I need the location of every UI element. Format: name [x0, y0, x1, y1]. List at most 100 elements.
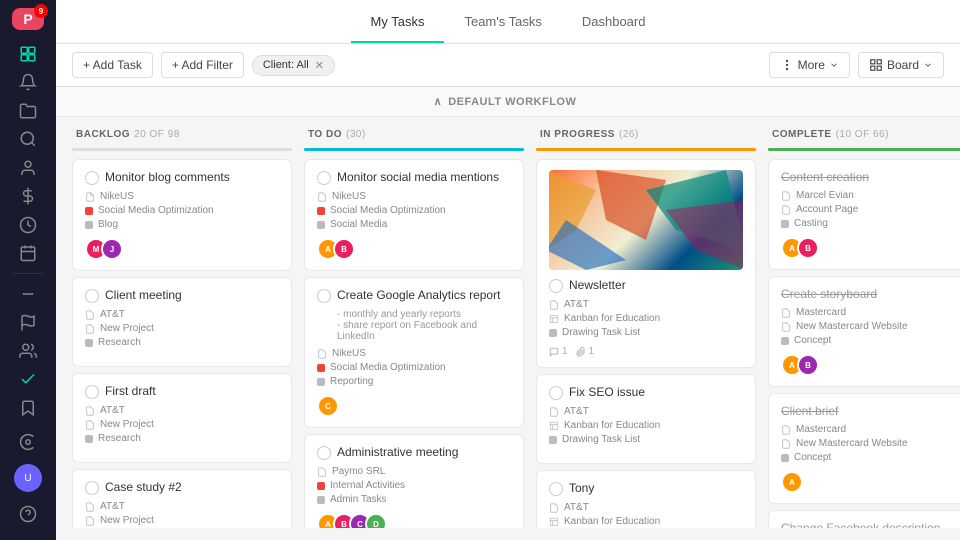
- column-inprogress: IN PROGRESS (26) Newsletter AT&T Kanban …: [536, 129, 756, 528]
- workflow-header[interactable]: ∧ DEFAULT WORKFLOW: [56, 87, 960, 117]
- tag-icon: [317, 364, 325, 372]
- card-counts: 1 1: [549, 346, 594, 357]
- card-create-storyboard[interactable]: Create storyboard Mastercard New Masterc…: [768, 276, 960, 387]
- card-meta: AT&T Kanban for Education Drawing Task L…: [549, 406, 743, 445]
- card-fix-seo[interactable]: Fix SEO issue AT&T Kanban for Education …: [536, 374, 756, 464]
- add-filter-button[interactable]: + Add Filter: [161, 52, 244, 78]
- card-admin-meeting[interactable]: Administrative meeting Paymo SRL Interna…: [304, 434, 524, 528]
- card-newsletter[interactable]: Newsletter AT&T Kanban for Education Dra…: [536, 159, 756, 368]
- sidebar-item-check[interactable]: [10, 367, 46, 391]
- complete-indicator: [768, 148, 960, 151]
- client-filter-badge[interactable]: Client: All ✕: [252, 55, 335, 76]
- tag-icon: [85, 435, 93, 443]
- meta-row: New Project: [85, 323, 279, 334]
- card-meta: Mastercard New Mastercard Website Concep…: [781, 424, 960, 463]
- sidebar-item-folder[interactable]: [10, 99, 46, 123]
- card-client-brief[interactable]: Client brief Mastercard New Mastercard W…: [768, 393, 960, 504]
- card-meta: AT&T New Project Research: [85, 405, 279, 444]
- main-content: My Tasks Team's Tasks Dashboard + Add Ta…: [56, 0, 960, 540]
- card-monitor-blog[interactable]: Monitor blog comments NikeUS Social Medi…: [72, 159, 292, 271]
- tag-icon: [549, 436, 557, 444]
- meta-row: AT&T: [85, 309, 279, 320]
- workflow-collapse-icon: ∧: [434, 95, 443, 108]
- card-monitor-social[interactable]: Monitor social media mentions NikeUS Soc…: [304, 159, 524, 271]
- sidebar-item-minus[interactable]: [10, 282, 46, 306]
- filter-remove-icon[interactable]: ✕: [315, 59, 324, 72]
- tag-icon: [781, 337, 789, 345]
- sidebar-item-calendar[interactable]: [10, 241, 46, 265]
- meta-row: AT&T: [85, 501, 279, 512]
- card-avatars: A B C D: [317, 513, 511, 528]
- complete-cards: Content creation Marcel Evian Account Pa…: [768, 159, 960, 528]
- sidebar-item-user[interactable]: [10, 155, 46, 179]
- column-header-todo: TO DO (30): [304, 129, 524, 148]
- column-backlog: BACKLOG 20 of 98 Monitor blog comments: [72, 129, 292, 528]
- card-title: Create Google Analytics report: [317, 288, 511, 303]
- card-avatars: A B: [317, 238, 511, 260]
- sidebar-item-home[interactable]: [10, 42, 46, 66]
- card-first-draft[interactable]: First draft AT&T New Project: [72, 373, 292, 463]
- card-meta: AT&T New Project Research: [85, 501, 279, 528]
- card-google-analytics[interactable]: Create Google Analytics report - monthly…: [304, 277, 524, 428]
- task-status-icon: [85, 289, 99, 303]
- inprogress-cards: Newsletter AT&T Kanban for Education Dra…: [536, 159, 756, 528]
- sidebar: P 9 U: [0, 0, 56, 540]
- task-status-icon: [549, 279, 563, 293]
- card-meta: AT&T New Project Research: [85, 309, 279, 348]
- card-change-facebook[interactable]: Change Facebook description NikeUS Kanba…: [768, 510, 960, 528]
- avatar: C: [317, 395, 339, 417]
- card-tony[interactable]: Tony AT&T Kanban for Education: [536, 470, 756, 528]
- more-button[interactable]: More: [769, 52, 850, 78]
- card-footer: 1 1: [549, 346, 743, 357]
- avatar: B: [797, 354, 819, 376]
- column-header-complete: COMPLETE (10 of 66): [768, 129, 960, 148]
- tag-icon: [549, 329, 557, 337]
- task-status-icon: [85, 385, 99, 399]
- sidebar-item-bell[interactable]: [10, 70, 46, 94]
- card-client-meeting[interactable]: Client meeting AT&T New Project: [72, 277, 292, 367]
- sidebar-item-dollar[interactable]: [10, 184, 46, 208]
- sidebar-item-bookmark[interactable]: [10, 396, 46, 420]
- card-meta: Marcel Evian Account Page Casting: [781, 190, 960, 229]
- tag-icon: [781, 220, 789, 228]
- card-title: Change Facebook description: [781, 521, 960, 528]
- sidebar-item-flag[interactable]: [10, 310, 46, 334]
- card-title: Client meeting: [85, 288, 279, 303]
- meta-row: Research: [85, 433, 279, 444]
- card-title: Case study #2: [85, 480, 279, 495]
- card-case-study[interactable]: Case study #2 AT&T New Project: [72, 469, 292, 528]
- todo-cards: Monitor social media mentions NikeUS Soc…: [304, 159, 524, 528]
- avatar: J: [101, 238, 123, 260]
- sidebar-item-settings[interactable]: [10, 424, 46, 460]
- user-avatar[interactable]: U: [14, 464, 42, 492]
- board-view-button[interactable]: Board: [858, 52, 944, 78]
- sidebar-item-search[interactable]: [10, 127, 46, 151]
- meta-row: New Project: [85, 419, 279, 430]
- sidebar-item-help[interactable]: [10, 496, 46, 532]
- task-status-icon: [549, 482, 563, 496]
- tab-my-tasks[interactable]: My Tasks: [351, 2, 445, 43]
- card-meta: NikeUS Social Media Optimization Reporti…: [317, 348, 511, 387]
- card-avatars: A B: [781, 354, 960, 376]
- tag-icon: [781, 454, 789, 462]
- card-image: [549, 170, 743, 270]
- card-meta: AT&T Kanban for Education Drawing Task L…: [549, 299, 743, 338]
- sidebar-item-users[interactable]: [10, 339, 46, 363]
- card-content-creation[interactable]: Content creation Marcel Evian Account Pa…: [768, 159, 960, 270]
- add-task-button[interactable]: + Add Task: [72, 52, 153, 78]
- tag-icon: [85, 207, 93, 215]
- columns-wrapper: BACKLOG 20 of 98 Monitor blog comments: [56, 117, 960, 540]
- app-logo[interactable]: P 9: [12, 8, 44, 30]
- card-avatars: C: [317, 395, 511, 417]
- card-avatars: A B: [781, 237, 960, 259]
- meta-row: Blog: [85, 219, 279, 230]
- board-area: ∧ DEFAULT WORKFLOW BACKLOG 20 of 98 Moni…: [56, 87, 960, 540]
- sidebar-item-clock[interactable]: [10, 212, 46, 236]
- card-title: Fix SEO issue: [549, 385, 743, 400]
- tab-dashboard[interactable]: Dashboard: [562, 2, 666, 43]
- tab-teams-tasks[interactable]: Team's Tasks: [444, 2, 561, 43]
- card-title: Monitor social media mentions: [317, 170, 511, 185]
- avatar: D: [365, 513, 387, 528]
- meta-row: New Project: [85, 515, 279, 526]
- card-avatars: M J: [85, 238, 279, 260]
